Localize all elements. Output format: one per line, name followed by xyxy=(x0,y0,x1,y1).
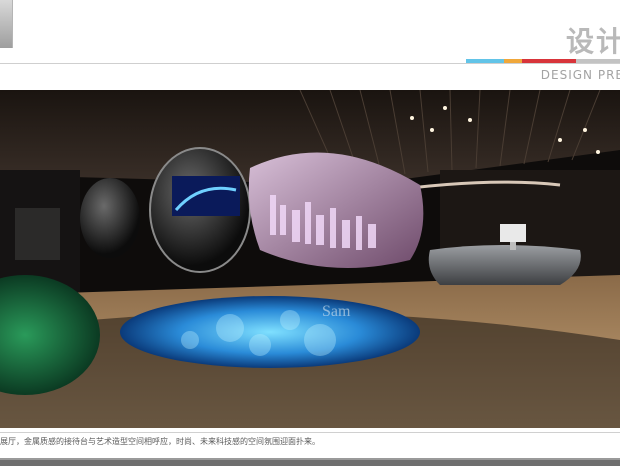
watermark-text: Sam xyxy=(322,303,351,320)
wall-graphic xyxy=(15,208,60,260)
monitor-stand xyxy=(510,242,516,250)
black-sphere xyxy=(80,178,140,258)
desk-monitor xyxy=(500,224,526,242)
reception-desk xyxy=(428,245,581,285)
sphere-screen xyxy=(172,176,240,216)
interior-render-image: Sam xyxy=(0,90,620,428)
render-illustration: Sam xyxy=(0,90,620,428)
blue-floor-disc xyxy=(120,296,420,368)
footer-bar xyxy=(0,458,620,466)
page-title: 设计 xyxy=(565,25,620,58)
footer-bar-highlight xyxy=(0,458,620,460)
page-subtitle: DESIGN PRE xyxy=(540,68,620,82)
caption-divider xyxy=(0,432,620,433)
header-divider xyxy=(0,63,620,64)
image-caption: 展厅，金属质感的接待台与艺术造型空间相呼应，时尚、未来科技感的空间氛围迎面扑来。 xyxy=(0,437,320,446)
header-band xyxy=(0,0,620,64)
corner-logo xyxy=(0,0,13,48)
